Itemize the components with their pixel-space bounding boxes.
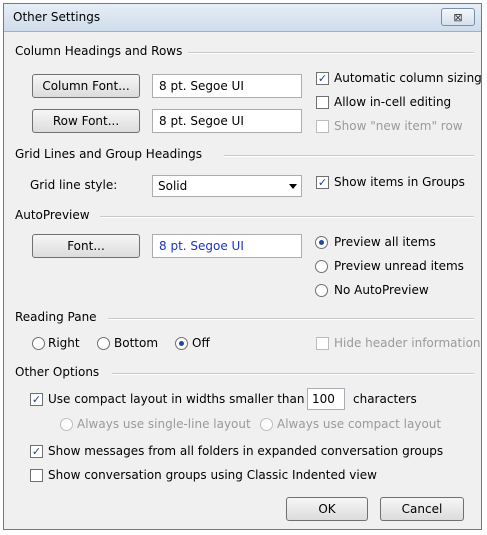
single-line-label: Always use single-line layout bbox=[77, 417, 251, 431]
group-header-grid-lines: Grid Lines and Group Headings bbox=[15, 147, 208, 161]
group-divider bbox=[100, 216, 474, 218]
grid-line-style-value: Solid bbox=[158, 179, 188, 193]
allow-in-cell-checkbox[interactable] bbox=[316, 96, 329, 109]
group-grid-lines: Grid Lines and Group Headings bbox=[15, 147, 208, 163]
single-line-radio[interactable] bbox=[60, 418, 73, 431]
auto-column-sizing-checkbox[interactable]: ✓ bbox=[316, 72, 329, 85]
show-items-in-groups-checkbox[interactable]: ✓ bbox=[316, 176, 329, 189]
column-font-button[interactable]: Column Font... bbox=[32, 74, 140, 98]
group-column-headings: Column Headings and Rows bbox=[15, 44, 189, 60]
reading-pane-off-radio[interactable] bbox=[175, 337, 188, 350]
reading-pane-right-label: Right bbox=[48, 336, 80, 350]
row-font-field[interactable]: 8 pt. Segoe UI bbox=[152, 109, 302, 133]
close-button[interactable]: ⊠ bbox=[441, 8, 475, 26]
cancel-button[interactable]: Cancel bbox=[380, 497, 464, 521]
always-compact-label: Always use compact layout bbox=[277, 417, 442, 431]
grid-line-style-label: Grid line style: bbox=[30, 178, 118, 192]
reading-pane-right-radio[interactable] bbox=[32, 337, 45, 350]
chevron-down-icon bbox=[289, 184, 297, 189]
preview-all-radio[interactable] bbox=[315, 236, 328, 249]
window-title: Other Settings bbox=[13, 10, 101, 24]
show-new-item-checkbox[interactable] bbox=[316, 120, 329, 133]
show-items-in-groups-label: Show items in Groups bbox=[334, 175, 465, 189]
group-header-reading-pane: Reading Pane bbox=[15, 310, 103, 324]
group-autopreview: AutoPreview bbox=[15, 208, 96, 224]
always-compact-radio[interactable] bbox=[260, 418, 273, 431]
reading-pane-off-label: Off bbox=[192, 336, 210, 350]
autopreview-font-field[interactable]: 8 pt. Segoe UI bbox=[152, 234, 302, 258]
title-bar: Other Settings ⊠ bbox=[4, 4, 481, 32]
autopreview-font-button[interactable]: Font... bbox=[32, 234, 140, 258]
group-header-column-headings: Column Headings and Rows bbox=[15, 44, 189, 58]
preview-unread-radio[interactable] bbox=[315, 260, 328, 273]
show-new-item-label: Show "new item" row bbox=[334, 119, 463, 133]
group-header-other-options: Other Options bbox=[15, 365, 106, 379]
preview-all-label: Preview all items bbox=[334, 235, 436, 249]
group-divider bbox=[224, 155, 474, 157]
show-messages-all-folders-checkbox[interactable]: ✓ bbox=[30, 445, 43, 458]
allow-in-cell-label: Allow in-cell editing bbox=[334, 95, 452, 109]
characters-label: characters bbox=[353, 392, 417, 406]
compact-layout-label: Use compact layout in widths smaller tha… bbox=[48, 392, 305, 406]
compact-layout-checkbox[interactable]: ✓ bbox=[30, 393, 43, 406]
show-messages-all-folders-label: Show messages from all folders in expand… bbox=[48, 444, 444, 458]
other-settings-dialog: Other Settings ⊠ Column Headings and Row… bbox=[3, 3, 482, 530]
column-font-field[interactable]: 8 pt. Segoe UI bbox=[152, 74, 302, 98]
compact-width-field[interactable]: 100 bbox=[307, 388, 345, 410]
grid-line-style-select[interactable]: Solid bbox=[152, 175, 302, 197]
group-divider bbox=[108, 318, 474, 320]
group-reading-pane: Reading Pane bbox=[15, 310, 103, 326]
no-autopreview-radio[interactable] bbox=[315, 284, 328, 297]
close-icon: ⊠ bbox=[453, 11, 463, 24]
no-autopreview-label: No AutoPreview bbox=[334, 283, 429, 297]
group-divider bbox=[112, 373, 474, 375]
reading-pane-bottom-radio[interactable] bbox=[97, 337, 110, 350]
ok-button[interactable]: OK bbox=[286, 497, 368, 521]
classic-indented-label: Show conversation groups using Classic I… bbox=[48, 468, 377, 482]
auto-column-sizing-label: Automatic column sizing bbox=[334, 71, 482, 85]
preview-unread-label: Preview unread items bbox=[334, 259, 464, 273]
row-font-button[interactable]: Row Font... bbox=[32, 109, 140, 133]
reading-pane-bottom-label: Bottom bbox=[114, 336, 159, 350]
hide-header-label: Hide header information bbox=[334, 336, 481, 350]
group-divider bbox=[184, 52, 474, 54]
classic-indented-checkbox[interactable] bbox=[30, 469, 43, 482]
group-other-options: Other Options bbox=[15, 365, 106, 381]
hide-header-checkbox[interactable] bbox=[316, 337, 329, 350]
group-header-autopreview: AutoPreview bbox=[15, 208, 96, 222]
